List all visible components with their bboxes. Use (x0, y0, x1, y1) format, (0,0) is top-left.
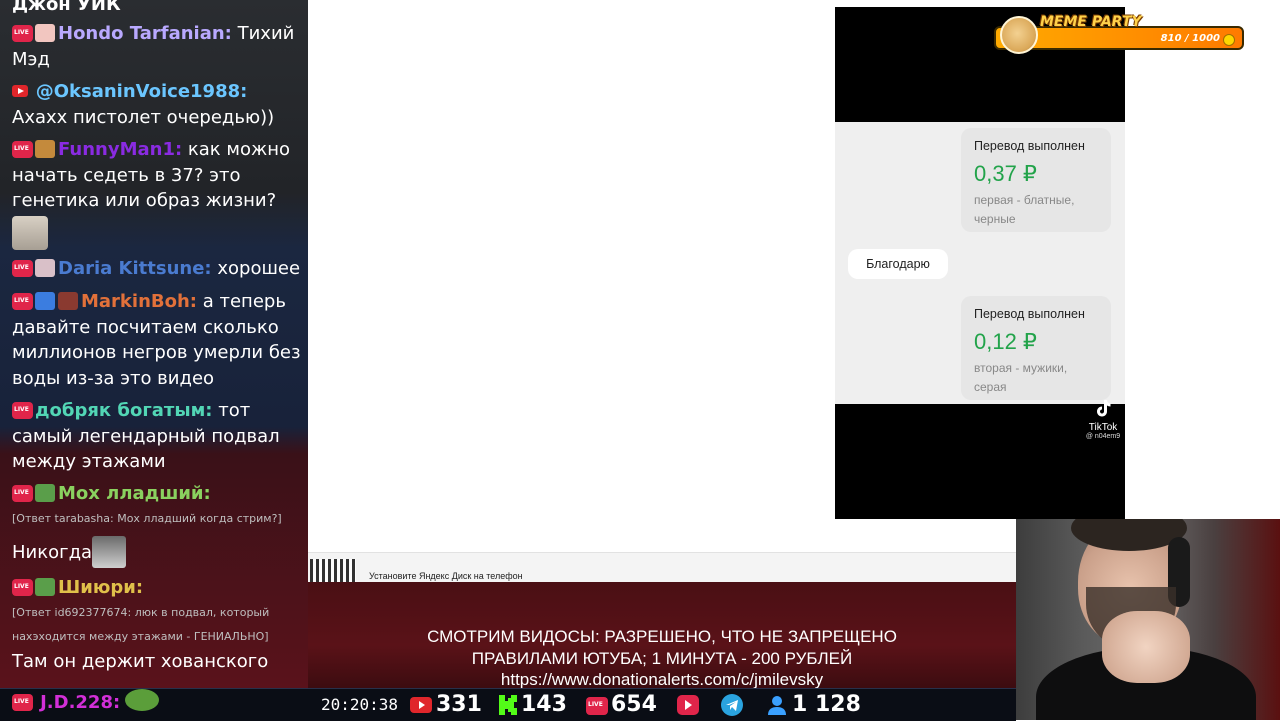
chat-username[interactable]: Daria Kittsune: (58, 258, 212, 279)
transfer-bubble-2: Перевод выполнен 0,12 ₽ вторая - мужики,… (961, 296, 1111, 400)
yandex-disk-strip[interactable]: Установите Яндекс Диск на телефон (308, 552, 1016, 585)
yandex-disk-text[interactable]: Установите Яндекс Диск на телефон (369, 571, 523, 581)
kick-icon (499, 695, 517, 715)
helmet-badge-icon (35, 292, 55, 310)
transfer-note: первая - блатные, черные (974, 193, 1075, 226)
chat-message: Daria Kittsune: хорошее (12, 256, 304, 282)
chat-message: MarkinBoh: а теперь давайте посчитаем ск… (12, 289, 304, 391)
cat-emote-icon (12, 215, 48, 250)
subscriber-count: 1 128 (792, 692, 861, 717)
live-badge-icon (12, 293, 33, 310)
chat-message: Там он держит хованского (12, 649, 304, 675)
telegram-icon (721, 694, 743, 716)
video-player[interactable]: Перевод выполнен 0,37 ₽ первая - блатные… (835, 7, 1125, 519)
chat-message: Никогда (12, 536, 304, 568)
chat-username[interactable]: Hondo Tarfanian: (58, 23, 232, 44)
stream-stats-bar: J.D.228: 20:20:38 331 143 654 1 128 (0, 688, 1016, 721)
banner-link[interactable]: https://www.donationalerts.com/c/jmilevs… (308, 670, 1016, 690)
vk-viewers: 654 (611, 692, 657, 717)
user-badge-icon (35, 24, 55, 42)
live-badge-icon (12, 579, 33, 596)
live-badge-icon (12, 694, 33, 711)
transfer-amount: 0,12 ₽ (974, 329, 1037, 354)
frog-badge-icon (35, 484, 55, 502)
youtube-viewers: 331 (436, 692, 482, 717)
banner-line-1: СМОТРИМ ВИДОСЫ: РАЗРЕШЕНО, ЧТО НЕ ЗАПРЕЩ… (427, 627, 897, 646)
transfer-note: вторая - мужики, серая (974, 361, 1068, 394)
chat-username[interactable]: FunnyMan1: (58, 139, 182, 160)
chat-reply-quote: [Ответ tarabasha: Мох лладший когда стри… (12, 512, 282, 525)
chat-username[interactable]: Шиюри: (58, 577, 143, 598)
chat-reply-quote: [Ответ id692377674: люк в подвал, которы… (12, 606, 270, 643)
tiktok-icon (1097, 400, 1111, 417)
user-icon (768, 696, 786, 715)
cat-badge-icon (35, 259, 55, 277)
transfer-bubble-1: Перевод выполнен 0,37 ₽ первая - блатные… (961, 128, 1111, 232)
chat-message: @OksaninVoice1988: Ахахх пистолет очеред… (12, 79, 304, 130)
chat-message: Мох лладший: (12, 481, 304, 507)
chat-message: J.D.228: (12, 689, 162, 715)
live-badge-icon (12, 141, 33, 158)
vk-live-icon (586, 697, 608, 715)
transfer-title: Перевод выполнен (974, 307, 1085, 321)
chat-username[interactable]: Мох лладший: (58, 483, 211, 504)
transfer-title: Перевод выполнен (974, 139, 1085, 153)
webcam-feed (1016, 519, 1280, 720)
tiktok-brand: TikTok (1088, 422, 1118, 433)
youtube-icon (12, 85, 28, 97)
kick-viewers: 143 (521, 692, 567, 717)
live-badge-icon (12, 402, 33, 419)
rutube-icon (677, 695, 699, 715)
chat-message: Hondo Tarfanian: Тихий Мэд (12, 21, 304, 72)
banner-line-2: ПРАВИЛАМИ ЮТУБА; 1 МИНУТА - 200 РУБЛЕЙ (471, 649, 853, 668)
meme-title: MEME PARTY (1040, 14, 1142, 30)
character-badge-icon (58, 292, 78, 310)
pepe-emote-icon (125, 689, 160, 711)
chat-username[interactable]: добряк богатым: (35, 400, 213, 421)
live-badge-icon (12, 485, 33, 502)
coin-icon (1223, 34, 1235, 46)
donation-banner: СМОТРИМ ВИДОСЫ: РАЗРЕШЕНО, ЧТО НЕ ЗАПРЕЩ… (308, 582, 1016, 690)
chat-username[interactable]: @OksaninVoice1988: (36, 81, 248, 102)
tiktok-watermark: TikTok @ n04em9 (1083, 399, 1123, 440)
live-badge-icon (12, 25, 33, 42)
doge-icon (1000, 16, 1038, 54)
meme-party-widget: 810 / 1000 MEME PARTY (990, 14, 1246, 54)
chat-text: Там он держит хованского (12, 651, 269, 672)
streamer-hands (1102, 611, 1190, 683)
chat-text: Ахахх пистолет очередью)) (12, 106, 275, 128)
live-badge-icon (12, 260, 33, 277)
chat-message: FunnyMan1: как можно начать седеть в 37?… (12, 137, 304, 250)
chat-text: Никогда (12, 542, 93, 563)
stream-clock: 20:20:38 (321, 695, 399, 714)
chat-text: хорошее (217, 258, 301, 279)
thanks-bubble: Благодарю (848, 249, 948, 279)
chat-username[interactable]: J.D.228: (40, 692, 120, 713)
chat-text: Джон УИК (12, 0, 121, 15)
chat-panel: Джон УИК Hondo Tarfanian: Тихий Мэд @Oks… (0, 0, 308, 688)
chat-message: Шиюри: (12, 575, 304, 601)
youtube-icon (410, 697, 432, 713)
chat-username[interactable]: MarkinBoh: (81, 291, 197, 312)
transfer-amount: 0,37 ₽ (974, 161, 1037, 186)
video-frame: Перевод выполнен 0,37 ₽ первая - блатные… (835, 122, 1125, 404)
chat-message: Джон УИК (12, 0, 304, 18)
burger-badge-icon (35, 140, 55, 158)
chat-message: добряк богатым: тот самый легендарный по… (12, 398, 304, 475)
frog-badge-icon (35, 578, 55, 596)
face-emote-icon (92, 536, 127, 568)
meme-count: 810 / 1000 (1160, 33, 1220, 44)
tiktok-username: @ n04em9 (1085, 433, 1121, 440)
